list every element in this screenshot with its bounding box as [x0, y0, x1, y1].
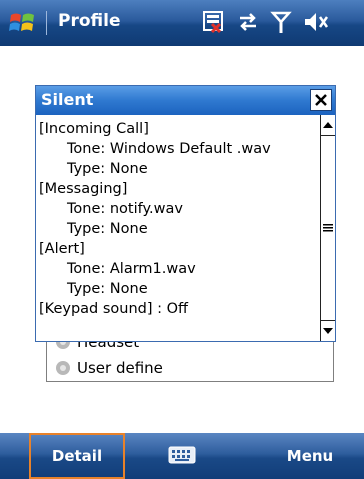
softkey-bar: Detail Menu: [0, 433, 364, 479]
detail-line: Type: None: [67, 281, 148, 297]
detail-line: Tone: Alarm1.wav: [67, 261, 196, 277]
sim-status-icon[interactable]: [200, 9, 226, 37]
title-separator: [46, 11, 47, 35]
scrollbar[interactable]: [320, 115, 335, 341]
list-item-user-define[interactable]: User define: [55, 356, 163, 380]
close-icon: [315, 94, 327, 106]
detail-line: Tone: Windows Default .wav: [67, 141, 271, 157]
list-item-label: User define: [77, 359, 163, 377]
scroll-thumb[interactable]: [321, 135, 335, 321]
close-button[interactable]: [310, 89, 332, 111]
menu-softkey[interactable]: Menu: [270, 433, 350, 479]
section-header: [Incoming Call]: [39, 121, 149, 137]
softkey-label: Menu: [286, 447, 334, 465]
grip-icon: [323, 224, 333, 232]
detail-softkey[interactable]: Detail: [29, 433, 125, 479]
volume-muted-icon[interactable]: [302, 9, 330, 37]
softkey-label: Detail: [51, 447, 103, 465]
scroll-up-button[interactable]: [321, 117, 335, 133]
detail-line: Tone: notify.wav: [67, 201, 183, 217]
popup-title: Silent: [41, 90, 94, 109]
detail-line: Type: None: [67, 221, 148, 237]
profile-detail-popup: Silent [Incoming Call] Tone: Windows Def…: [35, 85, 336, 342]
popup-content: [Incoming Call] Tone: Windows Default .w…: [36, 115, 320, 341]
app-title: Profile: [58, 11, 121, 31]
section-header: [Messaging]: [39, 181, 128, 197]
detail-line: Type: None: [67, 161, 148, 177]
arrow-down-icon: [323, 328, 333, 334]
windows-start-icon[interactable]: [8, 9, 38, 37]
gear-icon: [56, 361, 70, 375]
popup-header: Silent: [36, 86, 335, 115]
section-header: [Keypad sound] : Off: [39, 301, 189, 317]
keyboard-icon[interactable]: [168, 445, 196, 465]
arrow-up-icon: [323, 122, 333, 128]
signal-icon[interactable]: [270, 9, 292, 37]
section-header: [Alert]: [39, 241, 85, 257]
connectivity-icon[interactable]: [236, 9, 260, 37]
title-bar: Profile: [0, 0, 364, 46]
scroll-down-button[interactable]: [321, 323, 335, 339]
